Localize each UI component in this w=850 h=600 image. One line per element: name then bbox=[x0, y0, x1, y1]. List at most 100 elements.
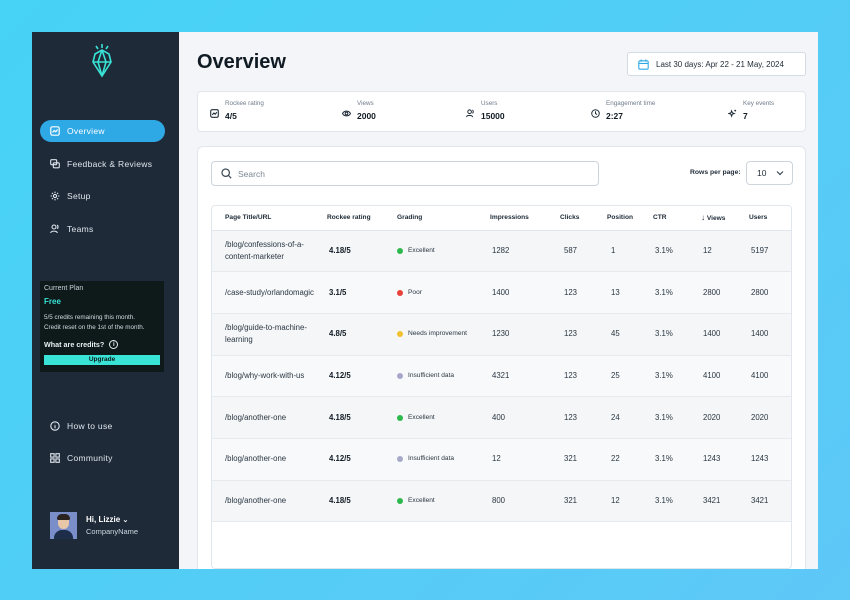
grade-badge: Excellent bbox=[397, 495, 490, 507]
table-row[interactable]: /case-study/orlandomagic 3.1/5 Poor 1400 123… bbox=[212, 271, 791, 314]
cell-grading: Poor bbox=[397, 271, 490, 314]
date-range-picker[interactable]: Last 30 days: Apr 22 - 21 May, 2024 bbox=[627, 52, 806, 76]
cell-impressions: 4321 bbox=[490, 355, 560, 398]
col-header-rockee-rating[interactable]: Rockee rating bbox=[327, 206, 397, 231]
cell-views: 2800 bbox=[701, 271, 749, 314]
cell-grading: Excellent bbox=[397, 230, 490, 273]
nav-teams[interactable]: Teams bbox=[40, 218, 165, 240]
col-header-clicks[interactable]: Clicks bbox=[560, 206, 607, 231]
col-header-users[interactable]: Users bbox=[749, 206, 791, 231]
status-dot-icon bbox=[397, 414, 403, 421]
nav-feedback-label: Feedback & Reviews bbox=[67, 159, 153, 169]
col-header-position[interactable]: Position bbox=[607, 206, 653, 231]
table-row[interactable]: /blog/another-one 4.12/5 Insufficient data… bbox=[212, 438, 791, 481]
date-range-label: Last 30 days: Apr 22 - 21 May, 2024 bbox=[656, 59, 784, 69]
cell-users: 3421 bbox=[749, 480, 791, 523]
cell-ctr: 3.1% bbox=[653, 438, 701, 481]
cell-views: 1400 bbox=[701, 313, 749, 356]
chevron-down-icon bbox=[776, 171, 784, 176]
cell-position: 24 bbox=[607, 396, 653, 439]
cell-ctr: 3.1% bbox=[653, 396, 701, 439]
cell-clicks: 321 bbox=[560, 438, 607, 481]
upgrade-button[interactable]: Upgrade bbox=[44, 355, 160, 365]
grade-label: Needs improvement bbox=[408, 330, 468, 338]
nav-community[interactable]: Community bbox=[40, 447, 165, 469]
nav-community-label: Community bbox=[67, 453, 113, 463]
nav-teams-label: Teams bbox=[67, 224, 94, 234]
plan-description: 5/5 credits remaining this month. Credit… bbox=[44, 313, 160, 333]
col-header-impressions[interactable]: Impressions bbox=[490, 206, 560, 231]
cell-grading: Insufficient data bbox=[397, 438, 490, 481]
cell-ctr: 3.1% bbox=[653, 355, 701, 398]
feedback-icon bbox=[50, 159, 60, 169]
plan-name: Free bbox=[44, 297, 61, 306]
sort-desc-icon: ↓ bbox=[701, 213, 705, 223]
nav-overview[interactable]: Overview bbox=[40, 120, 165, 142]
status-dot-icon bbox=[397, 331, 403, 338]
users-icon bbox=[466, 109, 474, 118]
cell-position: 13 bbox=[607, 271, 653, 314]
nav-setup-label: Setup bbox=[67, 191, 91, 201]
table-row[interactable]: /blog/confessions-of-a-content-marketer 4… bbox=[212, 230, 791, 273]
nav-setup[interactable]: Setup bbox=[40, 185, 165, 207]
grade-label: Excellent bbox=[408, 496, 435, 504]
chevron-down-icon: ⌄ bbox=[122, 517, 129, 524]
sparkle-icon bbox=[728, 109, 737, 118]
grade-label: Excellent bbox=[408, 413, 435, 421]
credits-info-link[interactable]: What are credits? i bbox=[44, 340, 160, 349]
cell-grading: Needs improvement bbox=[397, 313, 490, 356]
status-dot-icon bbox=[397, 372, 403, 379]
status-dot-icon bbox=[397, 247, 403, 254]
table-row[interactable]: /blog/why-work-with-us 4.12/5 Insufficient… bbox=[212, 355, 791, 398]
cell-clicks: 123 bbox=[560, 271, 607, 314]
cell-grading: Excellent bbox=[397, 396, 490, 439]
nav-feedback-reviews[interactable]: Feedback & Reviews bbox=[40, 153, 165, 175]
cell-views: 1243 bbox=[701, 438, 749, 481]
nav-overview-label: Overview bbox=[67, 126, 105, 136]
nav-how-to-use[interactable]: How to use bbox=[40, 415, 165, 437]
table-row[interactable]: /blog/another-one 4.18/5 Excellent 800 321 12… bbox=[212, 480, 791, 523]
status-dot-icon bbox=[397, 456, 403, 463]
user-menu[interactable]: Hi, Lizzie ⌄ CompanyName bbox=[50, 512, 138, 539]
stat-rockee-rating: Rockee rating 4/5 bbox=[210, 100, 264, 121]
cell-position: 25 bbox=[607, 355, 653, 398]
col-header-ctr[interactable]: CTR bbox=[653, 206, 701, 231]
cell-views: 2020 bbox=[701, 396, 749, 439]
grade-badge: Needs improvement bbox=[397, 328, 490, 340]
stat-label: Rockee rating bbox=[225, 100, 264, 107]
search-icon bbox=[221, 168, 232, 179]
col-header-grading[interactable]: Grading bbox=[397, 206, 490, 231]
user-company: CompanyName bbox=[86, 527, 139, 536]
cell-users: 2020 bbox=[749, 396, 791, 439]
cell-rockee-rating: 4.12/5 bbox=[327, 438, 397, 481]
cell-page-url: /blog/why-work-with-us bbox=[212, 355, 327, 398]
credits-info-label: What are credits? bbox=[44, 340, 105, 349]
search-input[interactable] bbox=[238, 168, 578, 179]
grade-label: Excellent bbox=[408, 246, 435, 254]
cell-clicks: 123 bbox=[560, 396, 607, 439]
users-icon bbox=[50, 224, 59, 234]
cell-rockee-rating: 4.18/5 bbox=[327, 480, 397, 523]
cell-impressions: 12 bbox=[490, 438, 560, 481]
rows-per-page-select[interactable]: 10 bbox=[746, 161, 793, 185]
col-header-views[interactable]: ↓ Views bbox=[701, 206, 749, 231]
cell-page-url: /blog/another-one bbox=[212, 480, 327, 523]
status-dot-icon bbox=[397, 289, 403, 296]
search-box[interactable] bbox=[211, 161, 599, 186]
grade-badge: Insufficient data bbox=[397, 453, 490, 465]
table-row[interactable]: /blog/guide-to-machine-learning 4.8/5 Need… bbox=[212, 313, 791, 356]
stat-views: Views 2000 bbox=[342, 100, 376, 121]
cell-impressions: 1282 bbox=[490, 230, 560, 273]
info-icon bbox=[50, 421, 60, 431]
cell-position: 45 bbox=[607, 313, 653, 356]
cell-page-url: /case-study/orlandomagic bbox=[212, 271, 327, 314]
cell-views: 3421 bbox=[701, 480, 749, 523]
nav-how-to-use-label: How to use bbox=[67, 421, 113, 431]
cell-page-url: /blog/confessions-of-a-content-marketer bbox=[212, 230, 327, 273]
cell-clicks: 123 bbox=[560, 355, 607, 398]
table-row[interactable]: /blog/another-one 4.18/5 Excellent 400 123 24… bbox=[212, 396, 791, 439]
stats-summary: Rockee rating 4/5 Views 2000 Users 15000 En… bbox=[197, 91, 806, 132]
cell-rockee-rating: 4.12/5 bbox=[327, 355, 397, 398]
cell-impressions: 1400 bbox=[490, 271, 560, 314]
col-header-page-title[interactable]: Page Title/URL bbox=[212, 206, 327, 231]
